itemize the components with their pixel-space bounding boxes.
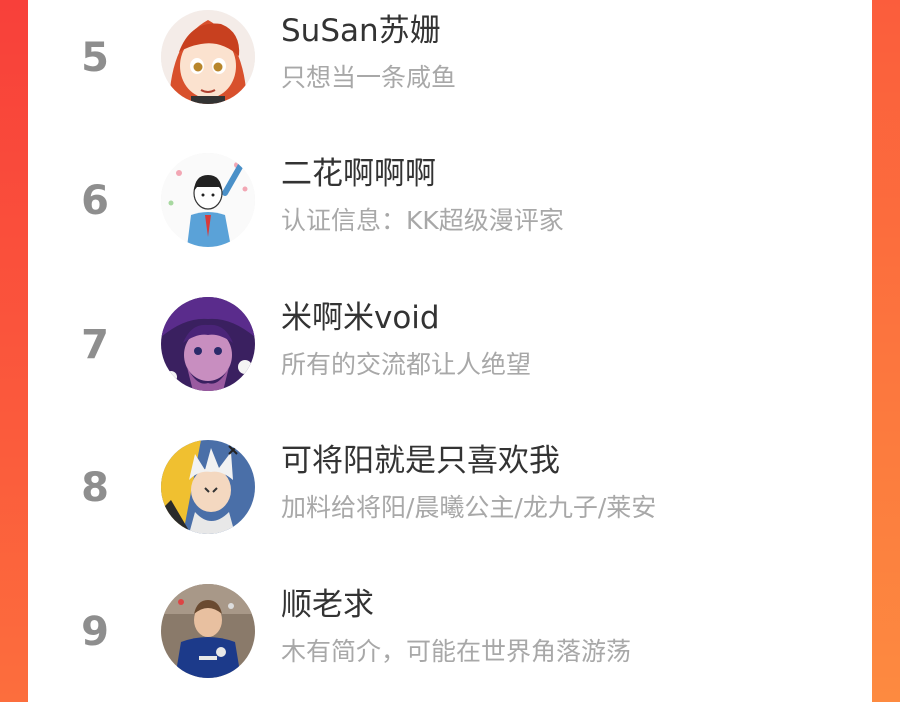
user-name[interactable]: 米啊米void <box>281 299 440 337</box>
avatar-sketch-schoolgirl-icon <box>161 153 255 247</box>
avatar-football-player-icon <box>161 584 255 678</box>
avatar-anime-girl-red-hair-icon <box>161 10 255 104</box>
user-bio: 木有简介，可能在世界角落游荡 <box>281 637 632 666</box>
left-background-strip <box>0 0 28 702</box>
avatar[interactable] <box>161 584 255 678</box>
ranking-list-item[interactable]: 7 米啊米void 所有的交流都让人绝望 <box>28 297 872 417</box>
rank-number: 9 <box>81 609 109 655</box>
user-bio: 只想当一条咸鱼 <box>281 63 457 92</box>
user-name[interactable]: 顺老求 <box>281 586 374 624</box>
avatar-purple-hair-character-icon <box>161 297 255 391</box>
rank-number: 5 <box>81 35 109 81</box>
user-bio: 认证信息：KK超级漫评家 <box>281 206 564 235</box>
ranking-list-item[interactable]: 6 二花啊啊啊 认证信息：KK超级漫评家 <box>28 153 872 273</box>
rank-number: 7 <box>81 322 109 368</box>
avatar[interactable] <box>161 297 255 391</box>
user-name[interactable]: SuSan苏姗 <box>281 12 441 50</box>
user-name[interactable]: 二花啊啊啊 <box>281 155 436 193</box>
user-name[interactable]: 可将阳就是只喜欢我 <box>281 442 560 480</box>
ranking-list-item[interactable]: 8 可将阳就是只喜欢我 加料给将阳/晨曦公主/龙九子/莱安 <box>28 440 872 560</box>
rank-number: 6 <box>81 178 109 224</box>
avatar[interactable] <box>161 10 255 104</box>
user-bio: 所有的交流都让人绝望 <box>281 350 532 379</box>
avatar[interactable] <box>161 153 255 247</box>
rank-number: 8 <box>81 465 109 511</box>
avatar-anime-boy-white-hair-icon <box>161 440 255 534</box>
ranking-list-item[interactable]: 9 顺老求 木有简介，可能在世界角落游荡 <box>28 584 872 702</box>
avatar[interactable] <box>161 440 255 534</box>
right-background-strip <box>872 0 900 702</box>
user-bio: 加料给将阳/晨曦公主/龙九子/莱安 <box>281 493 657 522</box>
ranking-list-panel: 5 SuSan苏姗 只想当一条咸鱼 6 二花啊啊啊 认证信息：KK超级漫评家 7… <box>28 0 872 702</box>
ranking-list-item[interactable]: 5 SuSan苏姗 只想当一条咸鱼 <box>28 10 872 130</box>
